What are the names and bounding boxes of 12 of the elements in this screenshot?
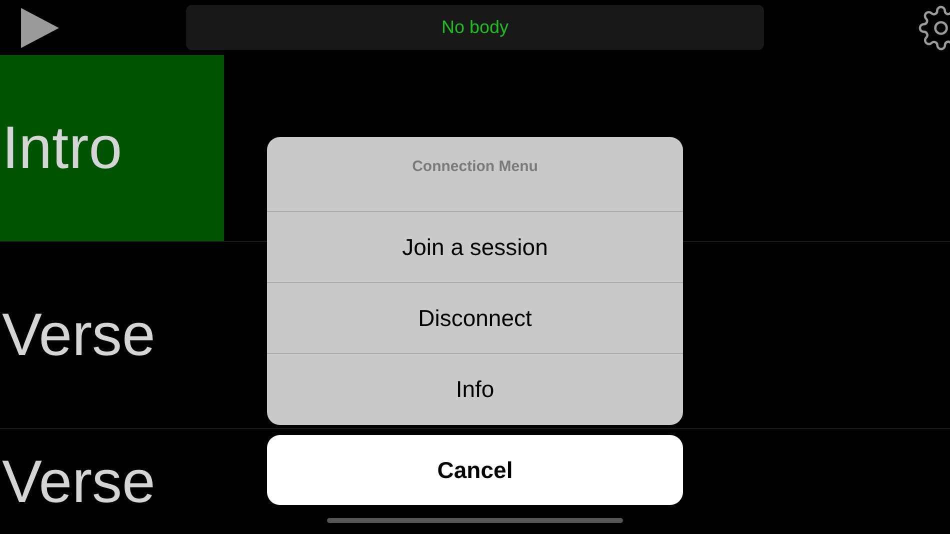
status-display: No body — [186, 5, 764, 50]
play-button[interactable] — [20, 8, 60, 48]
menu-action[interactable]: Info — [267, 354, 683, 425]
sheet-title: Connection Menu — [412, 157, 538, 177]
menu-action[interactable]: Join a session — [267, 212, 683, 283]
section-block[interactable]: Verse — [0, 242, 156, 428]
play-icon — [21, 8, 59, 48]
section-block[interactable]: Verse — [0, 429, 156, 534]
cancel-button[interactable]: Cancel — [267, 435, 683, 505]
section-block[interactable]: Intro — [0, 55, 224, 241]
settings-button[interactable] — [918, 4, 950, 50]
menu-action[interactable]: Disconnect — [267, 283, 683, 354]
